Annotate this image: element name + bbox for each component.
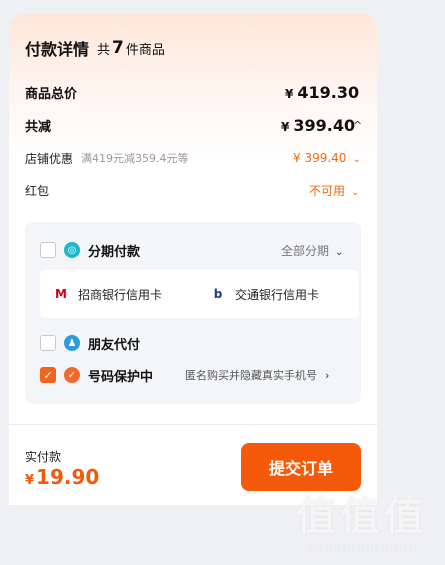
- store-discount-amount: ¥ 399.40: [293, 151, 347, 165]
- discount-row[interactable]: 共减 ¥399.40 ^: [9, 115, 377, 135]
- friend-pay-label: 朋友代付: [88, 337, 141, 353]
- payment-details-card: 付款详情 共 7 件商品 商品总价 ¥419.30 共减 ¥399.40 ^ 店…: [9, 14, 377, 424]
- actual-pay-amount: ¥19.90: [25, 465, 99, 489]
- friend-pay-option[interactable]: ♟ 朋友代付: [40, 333, 350, 353]
- watermark-site: zhizhizhi.com: [308, 541, 416, 557]
- actual-pay-value: 19.90: [36, 465, 100, 489]
- bank-option-bocom[interactable]: b 交通银行信用卡: [197, 270, 359, 318]
- goods-total-amount: ¥419.30: [285, 83, 359, 102]
- friend-pay-checkbox[interactable]: [40, 335, 56, 351]
- installment-select[interactable]: 全部分期 ⌄: [281, 242, 343, 259]
- chevron-down-icon[interactable]: ⌄: [352, 154, 360, 165]
- discount-amount: ¥399.40: [281, 116, 355, 135]
- chevron-down-icon: ⌄: [335, 246, 344, 258]
- actual-pay-label: 实付款: [25, 450, 62, 464]
- installment-checkbox[interactable]: [40, 242, 56, 258]
- bank-name: 交通银行信用卡: [235, 287, 320, 302]
- goods-total-row: 商品总价 ¥419.30: [9, 82, 377, 102]
- store-discount-row[interactable]: 店铺优惠 满419元减359.4元等 ¥ 399.40 ⌄: [9, 148, 377, 168]
- bocom-bank-icon: b: [213, 287, 223, 301]
- watermark-logo: 值值值: [296, 494, 428, 540]
- number-protect-option[interactable]: ✓ ✓ 号码保护中 匿名购买并隐藏真实手机号 ›: [40, 365, 350, 385]
- store-discount-desc: 满419元减359.4元等: [81, 152, 189, 165]
- store-discount-label: 店铺优惠: [25, 151, 74, 166]
- red-packet-label: 红包: [25, 183, 50, 198]
- goods-total-value: 419.30: [297, 82, 360, 102]
- bank-name: 招商银行信用卡: [78, 287, 163, 302]
- store-discount-value: ¥ 399.40 ⌄: [293, 151, 361, 165]
- bank-option-cmb[interactable]: M 招商银行信用卡: [40, 270, 202, 318]
- shield-icon: ✓: [64, 367, 80, 383]
- currency-symbol: ¥: [281, 119, 290, 134]
- goods-total-label: 商品总价: [25, 86, 78, 102]
- item-count: 7: [112, 38, 124, 58]
- cmb-bank-icon: M: [55, 287, 67, 301]
- chevron-down-icon[interactable]: ⌄: [351, 187, 359, 198]
- page-title: 付款详情: [25, 40, 90, 59]
- number-protect-desc-link[interactable]: 匿名购买并隐藏真实手机号 ›: [185, 367, 329, 383]
- submit-order-button[interactable]: 提交订单: [241, 443, 361, 491]
- currency-symbol: ¥: [25, 473, 35, 488]
- site-watermark: 值值值 zhizhizhi.com: [287, 493, 437, 557]
- chevron-up-icon[interactable]: ^: [353, 119, 362, 132]
- chevron-right-icon: ›: [325, 369, 330, 382]
- payment-options-panel: ◎ 分期付款 全部分期 ⌄ M 招商银行信用卡 b 交通银行信用卡 ♟ 朋友代付 …: [25, 222, 361, 404]
- red-packet-value: 不可用: [309, 183, 346, 198]
- item-count-suffix: 件商品: [125, 42, 165, 58]
- number-protect-desc: 匿名购买并隐藏真实手机号: [185, 369, 317, 382]
- number-protect-label: 号码保护中: [88, 369, 154, 385]
- discount-label: 共减: [25, 119, 52, 135]
- installment-option-value: 全部分期: [281, 243, 330, 258]
- red-packet-row[interactable]: 红包 不可用 ⌄: [9, 180, 377, 200]
- item-count-prefix: 共: [97, 42, 111, 58]
- installment-icon: ◎: [64, 242, 80, 258]
- payment-details-header: 付款详情 共 7 件商品: [25, 36, 393, 60]
- installment-option[interactable]: ◎ 分期付款 全部分期 ⌄: [40, 240, 350, 260]
- number-protect-checkbox[interactable]: ✓: [40, 367, 56, 383]
- friend-pay-icon: ♟: [64, 335, 80, 351]
- discount-value: 399.40: [293, 115, 356, 135]
- installment-label: 分期付款: [88, 244, 141, 260]
- currency-symbol: ¥: [285, 86, 294, 101]
- red-packet-status: 不可用 ⌄: [309, 182, 359, 199]
